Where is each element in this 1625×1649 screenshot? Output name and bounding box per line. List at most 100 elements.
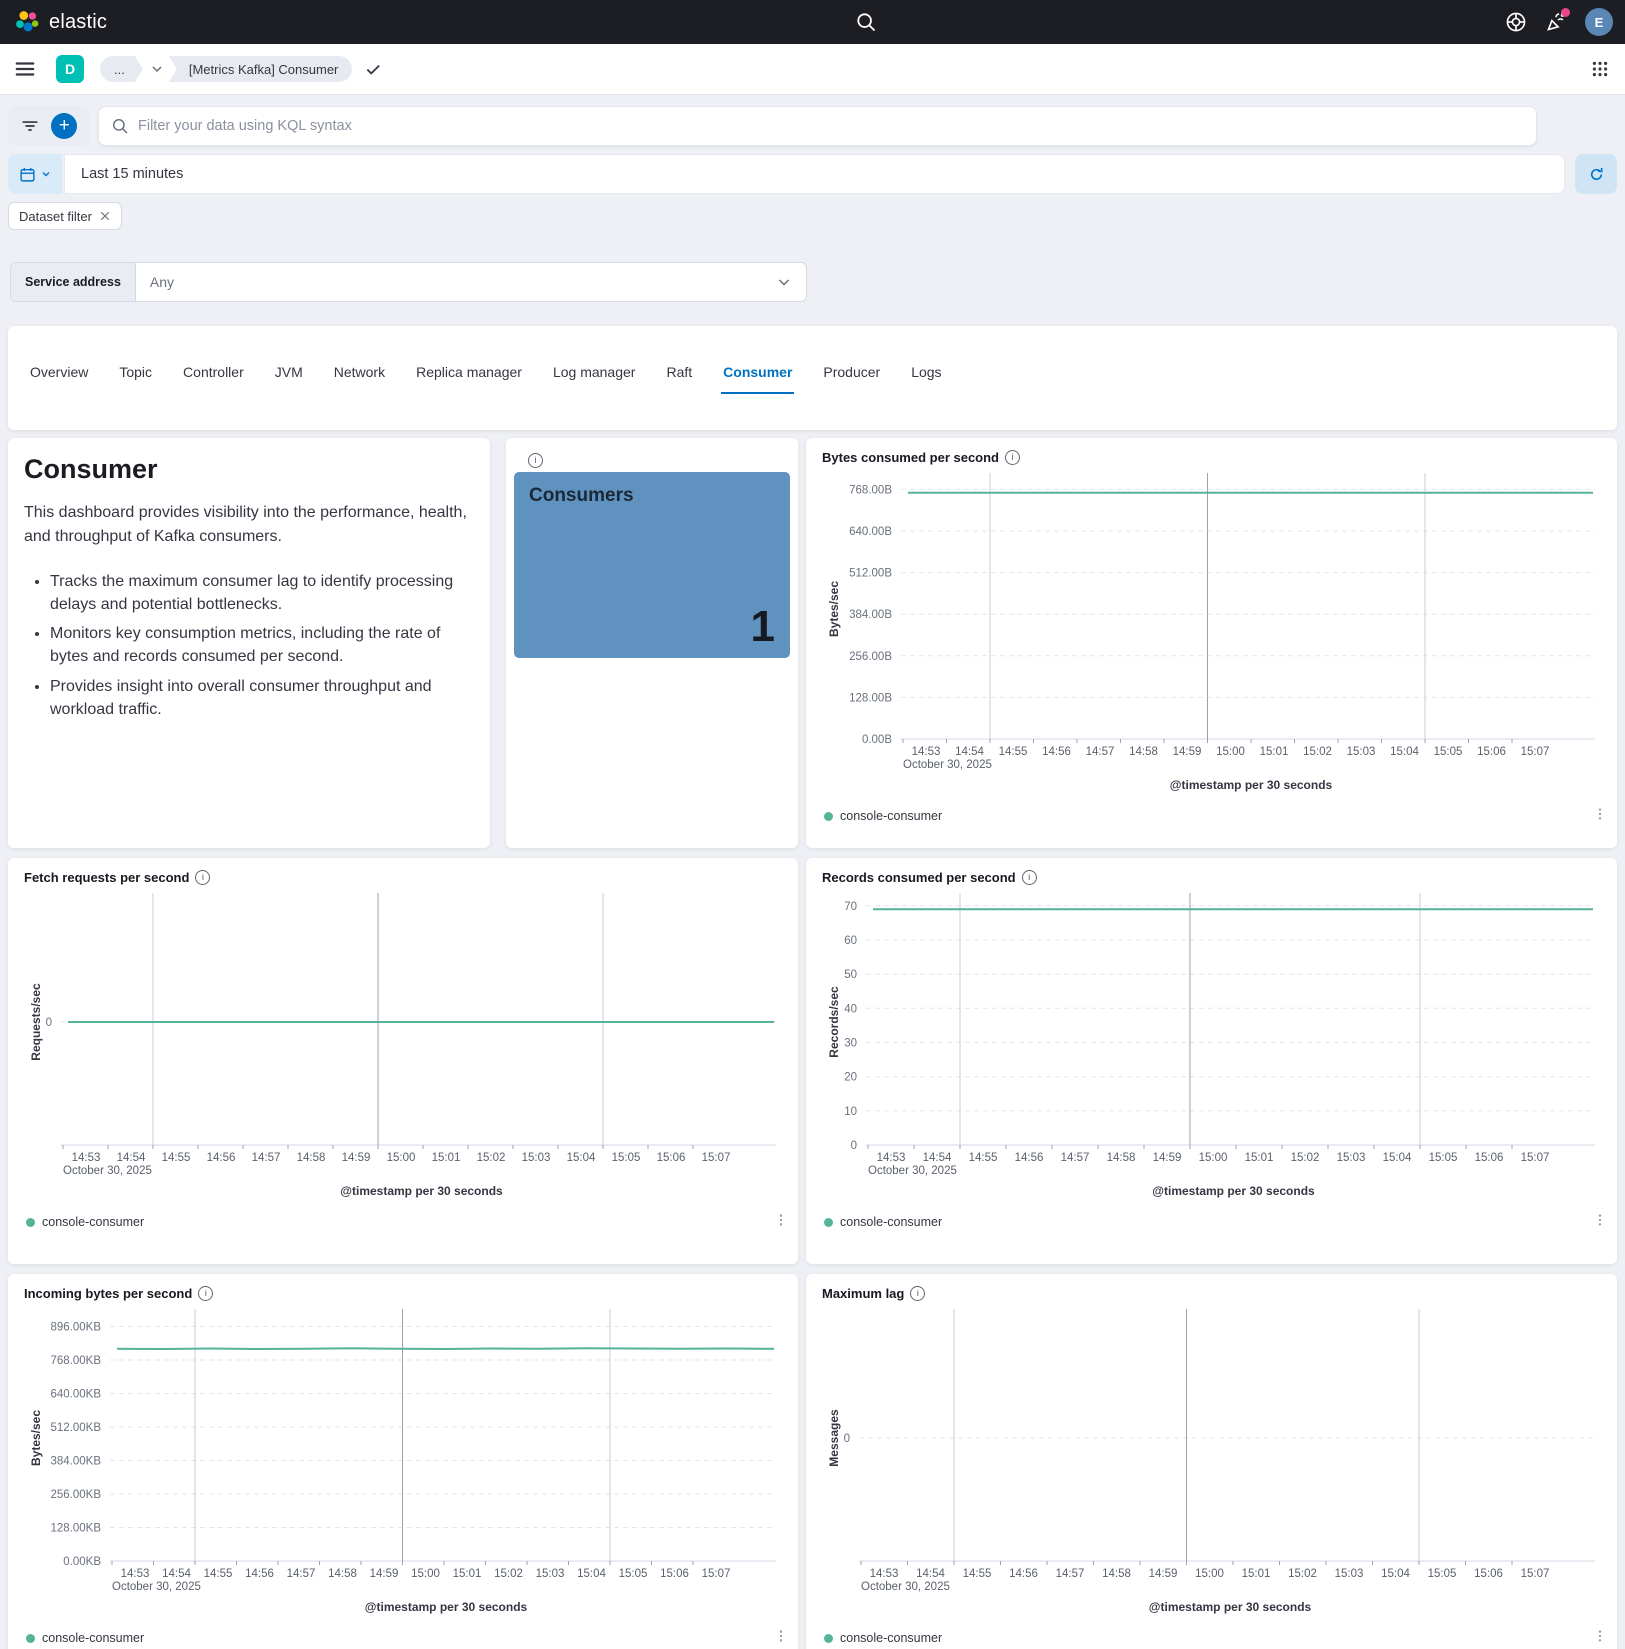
legend-item-console-consumer[interactable]: console-consumer xyxy=(824,1631,942,1645)
svg-text:14:54: 14:54 xyxy=(916,1568,945,1580)
date-picker-button[interactable] xyxy=(8,154,62,194)
tab-controller[interactable]: Controller xyxy=(181,360,246,394)
legend-item-console-consumer[interactable]: console-consumer xyxy=(26,1631,144,1645)
svg-text:256.00KB: 256.00KB xyxy=(50,1489,101,1501)
info-icon[interactable]: i xyxy=(195,870,211,885)
svg-text:14:56: 14:56 xyxy=(207,1152,236,1164)
info-icon[interactable]: i xyxy=(528,453,543,468)
svg-text:15:02: 15:02 xyxy=(1303,746,1332,758)
svg-text:15:00: 15:00 xyxy=(411,1568,440,1580)
tab-jvm[interactable]: JVM xyxy=(273,360,305,394)
svg-text:October 30, 2025: October 30, 2025 xyxy=(63,1165,152,1177)
svg-text:15:02: 15:02 xyxy=(494,1568,523,1580)
time-range-picker[interactable]: Last 15 minutes xyxy=(64,154,1565,194)
svg-text:14:59: 14:59 xyxy=(342,1152,371,1164)
kebab-menu-icon[interactable] xyxy=(1593,1629,1607,1647)
global-search-icon[interactable] xyxy=(855,11,877,33)
legend-item-console-consumer[interactable]: console-consumer xyxy=(824,809,942,823)
legend-label: console-consumer xyxy=(840,809,943,823)
kebab-menu-icon[interactable] xyxy=(1593,807,1607,825)
svg-text:15:01: 15:01 xyxy=(453,1568,482,1580)
tab-consumer[interactable]: Consumer xyxy=(721,360,795,394)
svg-text:15:04: 15:04 xyxy=(1390,746,1419,758)
filter-icon[interactable] xyxy=(21,117,39,135)
add-filter-button[interactable]: + xyxy=(51,113,78,139)
dashboard-tabs: Overview Topic Controller JVM Network Replica… xyxy=(28,360,1597,394)
legend-label: console-consumer xyxy=(42,1215,145,1229)
top-navigation-bar: elastic E xyxy=(0,0,1625,44)
chevron-down-icon[interactable] xyxy=(149,61,165,77)
legend-label: console-consumer xyxy=(42,1631,145,1645)
svg-text:640.00B: 640.00B xyxy=(849,526,892,538)
service-address-control[interactable]: Service address Any xyxy=(10,262,807,302)
svg-text:Messages: Messages xyxy=(827,1409,841,1467)
tab-logs[interactable]: Logs xyxy=(909,360,943,394)
info-icon[interactable]: i xyxy=(1005,450,1020,465)
info-icon[interactable]: i xyxy=(198,1286,214,1301)
svg-text:128.00KB: 128.00KB xyxy=(50,1523,101,1535)
breadcrumb-collapsed[interactable]: ... xyxy=(100,56,143,82)
svg-text:14:59: 14:59 xyxy=(370,1568,399,1580)
svg-text:14:59: 14:59 xyxy=(1153,1152,1182,1164)
svg-text:14:55: 14:55 xyxy=(162,1152,191,1164)
panel-bullet-list: Tracks the maximum consumer lag to ident… xyxy=(24,571,474,721)
svg-text:14:53: 14:53 xyxy=(877,1152,906,1164)
panel-incoming-bytes: Incoming bytes per second i 0.00KB 128.00… xyxy=(8,1274,798,1649)
check-icon[interactable] xyxy=(364,60,382,78)
svg-text:14:55: 14:55 xyxy=(999,746,1028,758)
svg-text:15:06: 15:06 xyxy=(657,1152,686,1164)
panel-maximum-lag: Maximum lag i 0 14:53 14:54 14:55 14:56 14:57… xyxy=(806,1274,1617,1649)
legend-label: console-consumer xyxy=(840,1215,943,1229)
menu-icon[interactable] xyxy=(14,58,36,80)
breadcrumb-current[interactable]: [Metrics Kafka] Consumer xyxy=(168,56,353,82)
chart-title: Fetch requests per second xyxy=(24,870,190,885)
svg-text:14:58: 14:58 xyxy=(1102,1568,1131,1580)
svg-text:15:07: 15:07 xyxy=(702,1152,731,1164)
svg-text:14:56: 14:56 xyxy=(245,1568,274,1580)
tab-raft[interactable]: Raft xyxy=(664,360,694,394)
user-avatar[interactable]: E xyxy=(1585,8,1613,36)
legend-item-console-consumer[interactable]: console-consumer xyxy=(26,1215,144,1229)
deployment-badge[interactable]: D xyxy=(56,55,84,83)
tab-log-manager[interactable]: Log manager xyxy=(551,360,638,394)
kql-query-input[interactable] xyxy=(138,118,1524,134)
apps-grid-icon[interactable] xyxy=(1591,60,1609,78)
svg-text:14:58: 14:58 xyxy=(1107,1152,1136,1164)
svg-text:640.00KB: 640.00KB xyxy=(50,1389,101,1401)
svg-text:0: 0 xyxy=(46,1017,52,1029)
consumers-metric-tile[interactable]: Consumers 1 xyxy=(514,472,790,658)
svg-text:896.00KB: 896.00KB xyxy=(50,1322,101,1334)
help-icon[interactable] xyxy=(1505,11,1527,33)
refresh-icon xyxy=(1590,167,1603,180)
tab-network[interactable]: Network xyxy=(332,360,387,394)
svg-text:14:54: 14:54 xyxy=(117,1152,146,1164)
svg-text:40: 40 xyxy=(844,1003,857,1015)
legend-item-console-consumer[interactable]: console-consumer xyxy=(824,1215,942,1229)
elastic-logo[interactable]: elastic xyxy=(0,9,107,35)
panel-bytes-consumed: Bytes consumed per second i 0.00B 128.00B… xyxy=(806,438,1617,848)
info-icon[interactable]: i xyxy=(910,1286,926,1301)
svg-text:14:58: 14:58 xyxy=(1129,746,1158,758)
kebab-menu-icon[interactable] xyxy=(1593,1213,1607,1231)
tab-topic[interactable]: Topic xyxy=(117,360,154,394)
svg-text:10: 10 xyxy=(844,1106,857,1118)
svg-text:384.00KB: 384.00KB xyxy=(50,1456,101,1468)
dataset-filter-pill[interactable]: Dataset filter xyxy=(8,202,122,230)
svg-text:Bytes/sec: Bytes/sec xyxy=(29,1410,43,1466)
tab-overview[interactable]: Overview xyxy=(28,360,90,394)
tab-producer[interactable]: Producer xyxy=(821,360,882,394)
info-icon[interactable]: i xyxy=(1021,870,1037,885)
kebab-menu-icon[interactable] xyxy=(774,1213,788,1231)
refresh-button[interactable] xyxy=(1575,154,1617,194)
svg-text:15:06: 15:06 xyxy=(1475,1152,1504,1164)
svg-text:768.00B: 768.00B xyxy=(849,484,892,496)
tab-replica-manager[interactable]: Replica manager xyxy=(414,360,524,394)
newsfeed-icon[interactable] xyxy=(1545,8,1570,33)
chart-x-axis-title: @timestamp per 30 seconds xyxy=(1152,1184,1315,1198)
svg-text:14:59: 14:59 xyxy=(1149,1568,1178,1580)
svg-text:October 30, 2025: October 30, 2025 xyxy=(112,1581,201,1593)
panel-heading: Consumer xyxy=(24,454,158,484)
kebab-menu-icon[interactable] xyxy=(774,1629,788,1647)
svg-text:October 30, 2025: October 30, 2025 xyxy=(903,759,992,771)
close-icon[interactable] xyxy=(99,210,111,222)
